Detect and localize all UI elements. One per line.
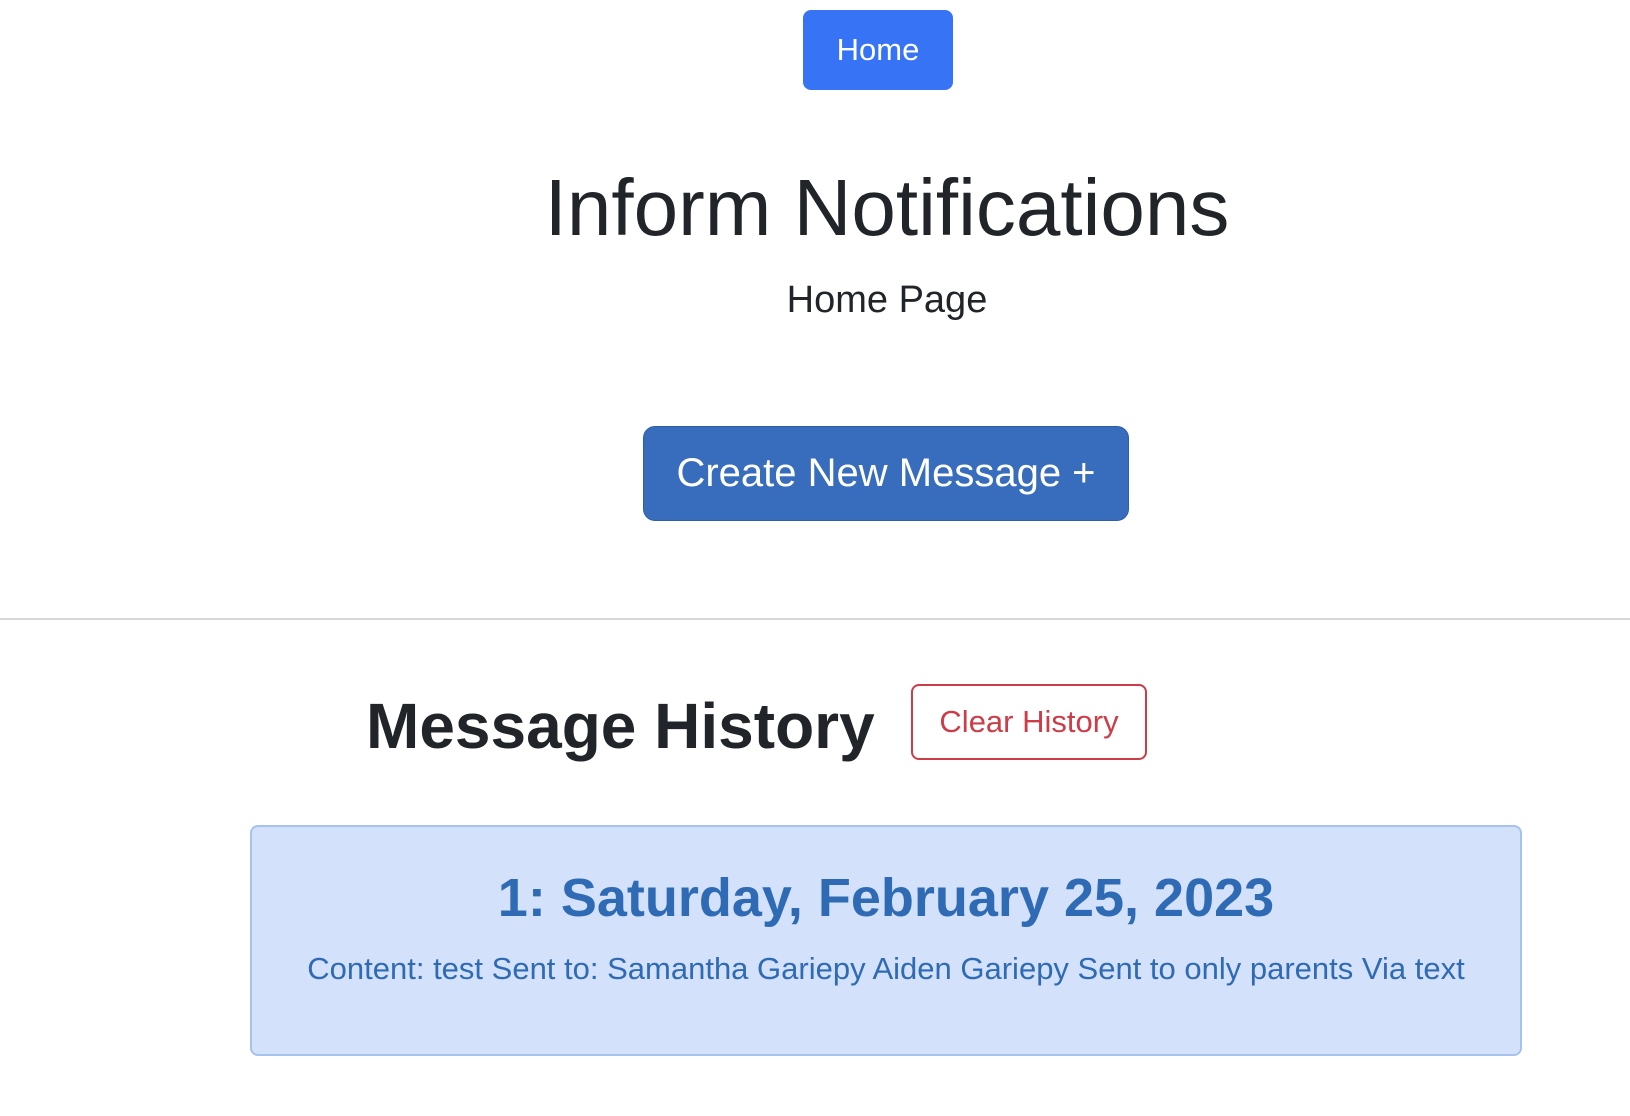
home-button[interactable]: Home bbox=[803, 10, 953, 90]
create-new-message-button[interactable]: Create New Message + bbox=[643, 426, 1129, 521]
message-history-heading: Message History bbox=[366, 690, 875, 762]
clear-history-button[interactable]: Clear History bbox=[911, 684, 1147, 760]
message-details: Content: test Sent to: Samantha Gariepy … bbox=[307, 951, 1465, 986]
page-title: Inform Notifications bbox=[544, 163, 1230, 252]
section-divider bbox=[0, 618, 1630, 620]
page-subtitle: Home Page bbox=[786, 279, 988, 321]
message-card: 1: Saturday, February 25, 2023 Content: … bbox=[250, 825, 1522, 1056]
message-title: 1: Saturday, February 25, 2023 bbox=[497, 868, 1275, 928]
